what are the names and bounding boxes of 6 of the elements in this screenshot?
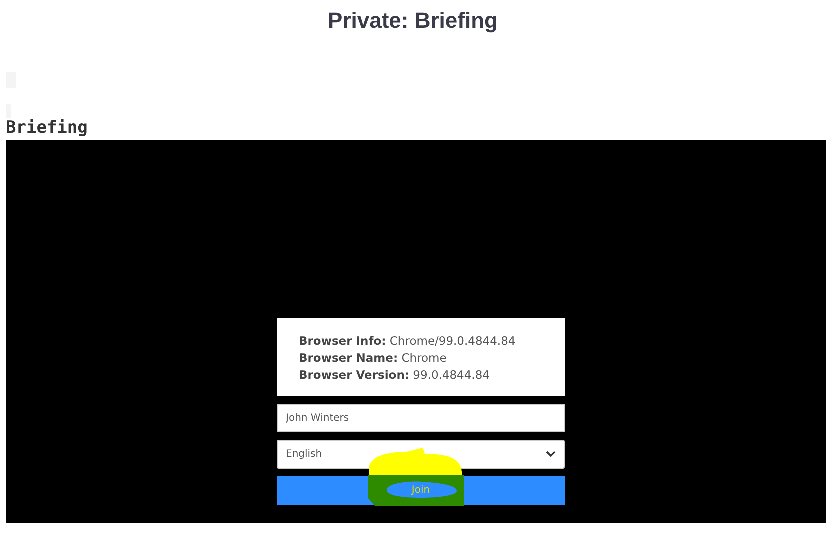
info-line: Browser Info: Chrome/99.0.4844.84 — [299, 332, 517, 350]
page-title: Private: Briefing — [327, 8, 499, 35]
info-line: Browser Version: 99.0.4844.84 — [299, 366, 491, 384]
chevron-down-icon — [546, 451, 556, 458]
section-heading: Briefing — [6, 118, 89, 138]
info-line: Browser Name: Chrome — [299, 350, 448, 366]
